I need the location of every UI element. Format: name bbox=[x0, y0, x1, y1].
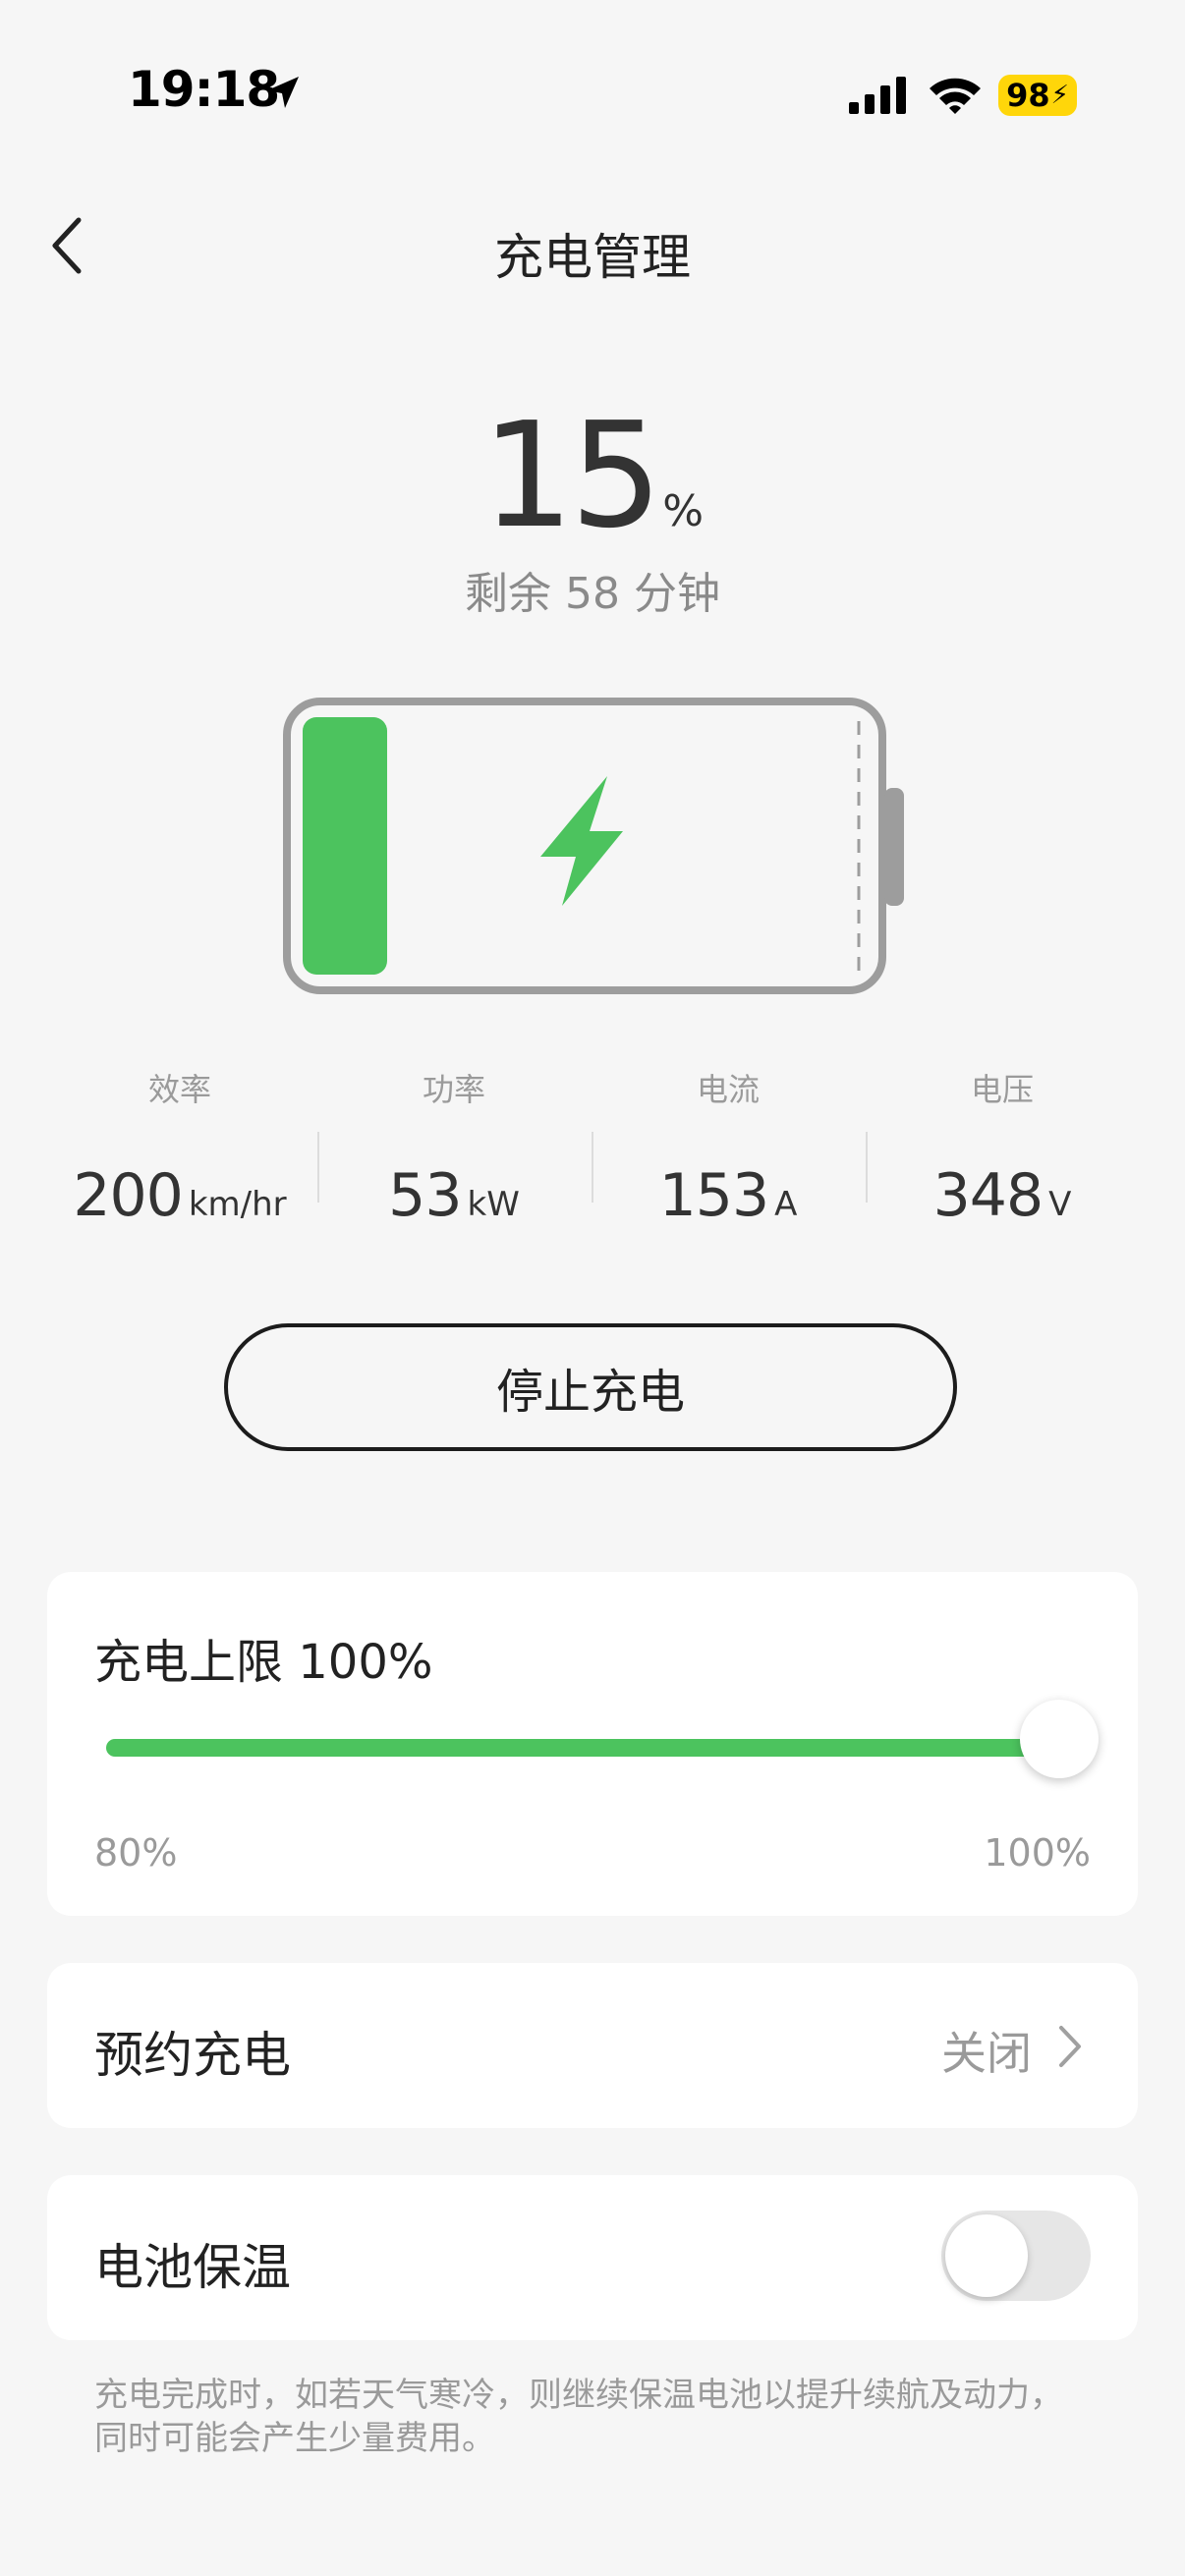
stat-label: 电压 bbox=[970, 1071, 1034, 1108]
status-time: 19:18 bbox=[128, 61, 280, 118]
stat-value: 200 bbox=[73, 1161, 184, 1230]
stat-current: 电流 153 A bbox=[592, 1065, 865, 1230]
charge-limit-min-label: 80% bbox=[94, 1831, 178, 1875]
charge-limit-slider-track[interactable] bbox=[106, 1739, 1065, 1757]
charge-limit-title: 充电上限 100% bbox=[94, 1635, 433, 1690]
cellular-signal-icon bbox=[849, 77, 906, 114]
charge-limit-max-label: 100% bbox=[984, 1831, 1091, 1875]
scheduled-charging-value: 关闭 bbox=[941, 2027, 1032, 2080]
stat-label: 效率 bbox=[147, 1071, 211, 1108]
battery-warming-toggle[interactable] bbox=[941, 2211, 1091, 2301]
battery-warming-row: 电池保温 bbox=[47, 2175, 1138, 2340]
toggle-knob bbox=[945, 2214, 1028, 2297]
page-title: 充电管理 bbox=[494, 229, 691, 286]
wifi-icon bbox=[930, 78, 981, 114]
stat-unit: kW bbox=[467, 1185, 520, 1224]
battery-level-graphic bbox=[283, 698, 904, 994]
remaining-time: 剩余 58 分钟 bbox=[465, 569, 720, 619]
scheduled-charging-row[interactable]: 预约充电 关闭 bbox=[47, 1963, 1138, 2128]
charge-percent-value: 15 bbox=[480, 391, 662, 560]
stat-label: 功率 bbox=[422, 1071, 485, 1108]
status-battery-badge: 98 ⚡ bbox=[998, 75, 1077, 116]
stat-voltage: 电压 348 V bbox=[866, 1065, 1139, 1230]
stat-value: 153 bbox=[658, 1161, 770, 1230]
stat-value: 53 bbox=[388, 1161, 462, 1230]
stat-power: 功率 53 kW bbox=[317, 1065, 591, 1230]
location-arrow-icon bbox=[267, 77, 299, 108]
charge-percent-unit: % bbox=[662, 486, 705, 536]
charge-limit-slider-thumb[interactable] bbox=[1020, 1700, 1099, 1778]
charge-limit-card: 充电上限 100% 80% 100% bbox=[47, 1572, 1138, 1916]
status-battery-level: 98 bbox=[1006, 77, 1050, 114]
chevron-right-icon bbox=[1059, 2026, 1081, 2067]
charging-bolt-icon: ⚡ bbox=[1050, 81, 1069, 110]
scheduled-charging-label: 预约充电 bbox=[94, 2027, 291, 2084]
stop-charging-button[interactable]: 停止充电 bbox=[224, 1323, 957, 1451]
stat-label: 电流 bbox=[696, 1071, 760, 1108]
battery-warming-note: 充电完成时，如若天气寒冷，则继续保温电池以提升续航及动力，同时可能会产生少量费用… bbox=[94, 2376, 1063, 2458]
stat-value: 348 bbox=[932, 1161, 1044, 1230]
stat-unit: V bbox=[1048, 1185, 1072, 1224]
charge-percent: 15% bbox=[0, 391, 1185, 560]
stat-efficiency: 效率 200 km/hr bbox=[43, 1065, 316, 1230]
charging-bolt-icon bbox=[540, 776, 623, 906]
stat-unit: A bbox=[774, 1185, 798, 1224]
battery-warming-label: 电池保温 bbox=[94, 2239, 291, 2296]
stat-unit: km/hr bbox=[188, 1185, 287, 1224]
battery-fill bbox=[303, 717, 387, 975]
